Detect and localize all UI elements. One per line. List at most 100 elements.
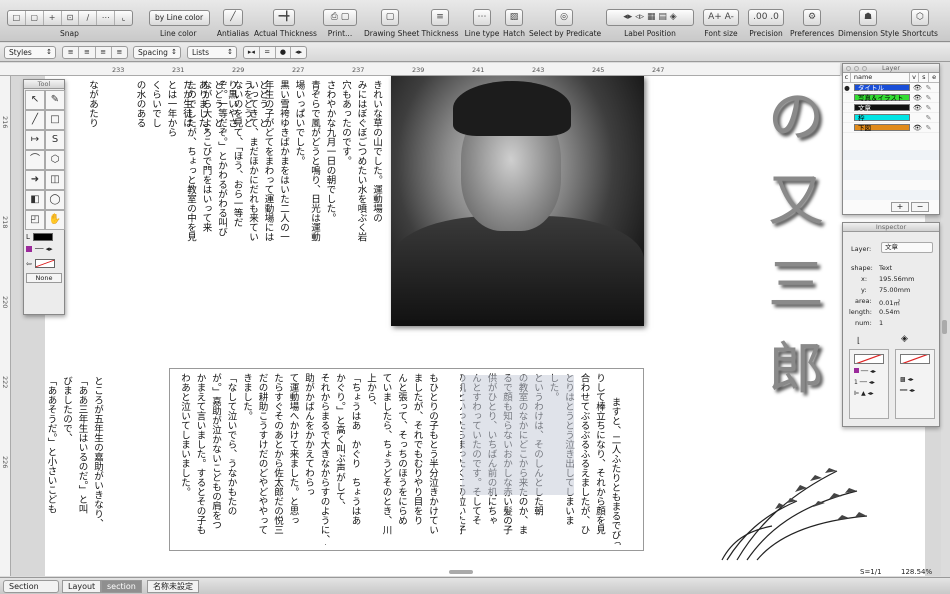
close-icon[interactable]: [846, 66, 851, 71]
eye-icon[interactable]: [912, 113, 923, 122]
direction-button-4[interactable]: ◂▸: [291, 47, 306, 58]
arc-tool[interactable]: ⌒: [25, 150, 45, 170]
line-type-button[interactable]: ⋯ Line type: [464, 9, 500, 38]
snap-frame-button[interactable]: ▢: [26, 11, 44, 25]
frame-tool[interactable]: ◫: [45, 170, 65, 190]
remove-layer-button[interactable]: −: [911, 202, 929, 212]
hand-tool[interactable]: ✋: [45, 210, 65, 230]
tool-palette[interactable]: Tool ↖ ✎ ╱ □ ↦ S ⌒ ⬡ ➜ ◫ ◧ ◯ ◰ ✋ L ── ◂▸…: [23, 79, 65, 315]
hatch-pattern-control[interactable]: ▩ ◂▸: [900, 376, 930, 383]
none-popup[interactable]: None: [26, 273, 62, 283]
alignment-segmented-control[interactable]: ≡ ≡ ≡ ≡: [62, 46, 128, 59]
direction-button-1[interactable]: ▸◂: [244, 47, 260, 58]
minimize-icon[interactable]: [854, 66, 859, 71]
precision-control[interactable]: .00 .0 Precision: [747, 9, 785, 38]
line-style-panel[interactable]: ── ◂▸ 1 ── ◂▸ ⊫ ▲ ◂▸: [849, 349, 889, 419]
preferences-button[interactable]: ⚙ Preferences: [790, 9, 834, 38]
fill-slider[interactable]: ━━ ◂▸: [900, 387, 930, 394]
line-color-popup[interactable]: by Line color: [149, 10, 210, 26]
horizontal-scrollbar-thumb[interactable]: [449, 570, 473, 574]
fill-color-well[interactable]: [900, 354, 930, 364]
arrow-style-control[interactable]: ⊫ ▲ ◂▸: [854, 390, 884, 397]
direction-button-3[interactable]: ●: [276, 47, 292, 58]
label-position-control[interactable]: ◂▸ ◃▹ ▦ ▤ ◈ Label Position: [605, 9, 695, 38]
layer-row[interactable]: ● タイトル 👁 ✎: [843, 83, 939, 93]
eye-icon[interactable]: 👁: [912, 93, 923, 102]
y-value[interactable]: 75.00mm: [879, 286, 910, 294]
styles-popup[interactable]: Styles: [4, 46, 56, 59]
line-color-well[interactable]: [854, 354, 884, 364]
edit-icon[interactable]: ✎: [923, 123, 934, 132]
vertical-scrollbar-thumb[interactable]: [942, 320, 947, 334]
untitled-tab[interactable]: 名称未設定: [147, 580, 199, 593]
fill-color-swatch[interactable]: [26, 246, 32, 252]
thickness-button[interactable]: ≡ Thickness: [421, 9, 459, 38]
edit-icon[interactable]: ✎: [923, 103, 934, 112]
snap-line-button[interactable]: ∕: [79, 11, 98, 25]
line-tool[interactable]: ╱: [25, 110, 45, 130]
eye-icon[interactable]: 👁: [912, 83, 923, 92]
layer-row[interactable]: 枠 ✎: [843, 113, 939, 123]
align-center-button[interactable]: ≡: [79, 47, 96, 58]
pencil-tool[interactable]: ✎: [45, 90, 65, 110]
dimension-style-button[interactable]: ☗ Dimension Style: [838, 9, 899, 38]
back-arrow-icon[interactable]: ⇦: [26, 260, 32, 268]
text-column-left-top[interactable]: ながあたり のぼって教室の中へ顔をつき出して言: [70, 80, 100, 350]
select-tool[interactable]: ↖: [25, 90, 45, 110]
hatch-button[interactable]: ▨ Hatch: [502, 9, 526, 38]
snap-dots-button[interactable]: ⋯: [97, 11, 116, 25]
layer-name[interactable]: 文章: [854, 104, 910, 112]
layer-name[interactable]: 枠: [854, 114, 910, 122]
layer-name[interactable]: 下図: [854, 124, 910, 132]
shortcuts-button[interactable]: ⬡ Shortcuts: [902, 9, 938, 38]
edit-icon[interactable]: ✎: [923, 93, 934, 102]
text-column-left-bottom[interactable]: ところが五年生の嘉助がいきなり、 「ああ三年生はいるのだ。」と叫 びましたので、…: [15, 376, 105, 552]
image-tool[interactable]: ◰: [25, 210, 45, 230]
thickness-stepper[interactable]: 1 ── ◂▸: [854, 379, 884, 386]
layer-row[interactable]: 下図 👁 ✎: [843, 123, 939, 133]
print-button[interactable]: ⎙ ▢ Print...: [322, 9, 358, 38]
fill-style-panel[interactable]: ▩ ◂▸ ━━ ◂▸: [895, 349, 935, 419]
align-left-button[interactable]: ≡: [63, 47, 80, 58]
circle-tool[interactable]: ◯: [45, 190, 65, 210]
snap-segmented-control[interactable]: □ ▢ + ⊡ ∕ ⋯ ⌞: [7, 10, 133, 26]
edit-icon[interactable]: ✎: [923, 83, 934, 92]
snap-point-button[interactable]: ⊡: [62, 11, 80, 25]
rectangle-tool[interactable]: □: [45, 110, 65, 130]
eye-icon[interactable]: 👁: [912, 103, 923, 112]
big-vertical-title[interactable]: の 又 三 郎: [761, 76, 831, 412]
drawing-canvas[interactable]: ながあたり のぼって教室の中へ顔をつき出して言 ところが五年生の嘉助がいきなり、…: [11, 76, 941, 576]
inspector-layer-popup[interactable]: 文章: [881, 242, 933, 253]
spline-tool[interactable]: S: [45, 130, 65, 150]
add-layer-button[interactable]: +: [891, 202, 909, 212]
layer-row[interactable]: 文章 👁 ✎: [843, 103, 939, 113]
direction-segmented-control[interactable]: ▸◂ = ● ◂▸: [243, 46, 307, 59]
layer-name[interactable]: 写真＆イラスト: [854, 94, 910, 102]
layer-row[interactable]: 写真＆イラスト 👁 ✎: [843, 93, 939, 103]
layer-name[interactable]: タイトル: [854, 84, 910, 92]
section-popup[interactable]: Section: [3, 580, 59, 593]
text-column-main[interactable]: きれいな草の山でした。運動場の みにはぼぐぼごつめたい水を噴ぶく岩 穴もあったの…: [172, 80, 384, 332]
layout-tab[interactable]: Layout: [62, 580, 102, 593]
pampas-grass-illustration[interactable]: [717, 456, 872, 561]
snap-grid-button[interactable]: □: [8, 11, 26, 25]
edit-icon[interactable]: ✎: [923, 113, 934, 122]
line-color-swatch[interactable]: [32, 233, 53, 241]
section-tab[interactable]: section: [101, 580, 142, 593]
zoom-icon[interactable]: [862, 66, 867, 71]
antialias-button[interactable]: ╱ Antialias: [216, 9, 250, 38]
lists-popup[interactable]: Lists: [187, 46, 237, 59]
spacing-popup[interactable]: Spacing: [133, 46, 181, 59]
line-stepper[interactable]: ── ◂▸: [854, 368, 884, 375]
actual-thickness-button[interactable]: ━╋ Actual Thickness: [254, 9, 317, 38]
line-thickness-stepper[interactable]: ── ◂▸: [35, 245, 53, 253]
text-frame-left-column[interactable]: もひとりの子もとう半分泣きかけてい ましたが、それでもむりやり目をり んと張って…: [174, 373, 440, 545]
direction-button-2[interactable]: =: [260, 47, 276, 58]
snap-cross-button[interactable]: +: [44, 11, 62, 25]
inspector-palette[interactable]: Inspector Layer: 文章 shape: Text x: 195.5…: [842, 222, 940, 427]
zoom-level[interactable]: 128.54%: [901, 568, 932, 576]
no-fill-swatch[interactable]: [34, 259, 55, 268]
hatch-tool[interactable]: ◧: [25, 190, 45, 210]
select-by-predicate-button[interactable]: ◎ Select by Predicate: [529, 9, 601, 38]
eye-icon[interactable]: 👁: [912, 123, 923, 132]
